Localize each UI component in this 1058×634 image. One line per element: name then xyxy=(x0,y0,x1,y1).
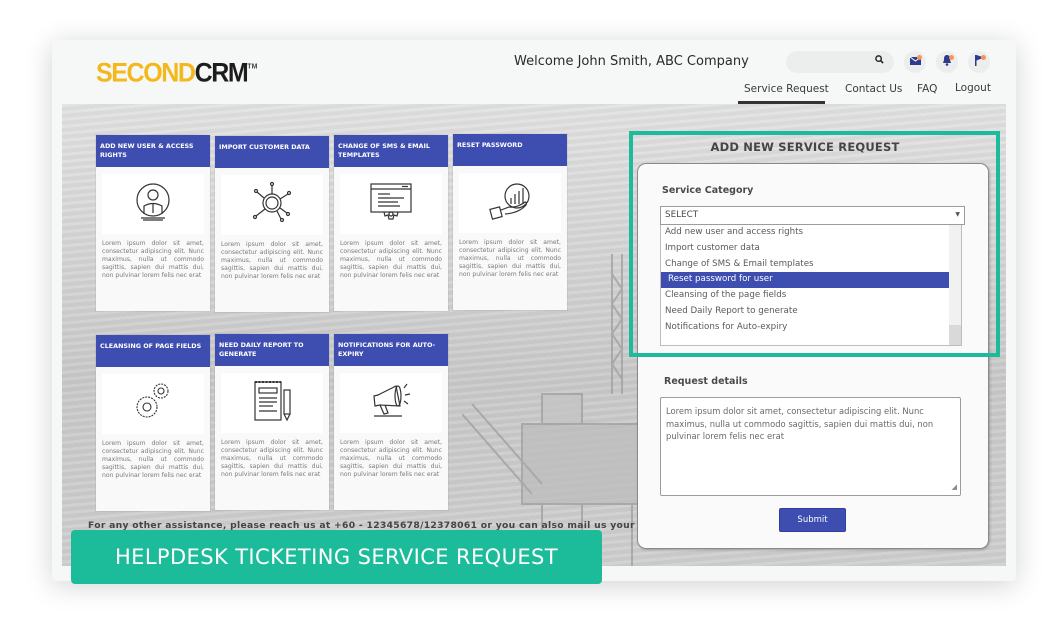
tile-title: NOTIFICATIONS FOR AUTO-EXPIRY xyxy=(334,334,448,366)
service-tile-daily-report[interactable]: NEED DAILY REPORT TO GENERATE Lorem ipsu… xyxy=(215,334,329,510)
user-icon xyxy=(131,180,175,228)
tile-title: ADD NEW USER & ACCESS RIGHTS xyxy=(96,135,210,167)
tile-description: Lorem ipsum dolor sit amet, consectetur … xyxy=(340,439,442,479)
browser-settings-icon xyxy=(368,181,414,227)
notification-dot xyxy=(949,55,954,60)
service-tile-cleansing-fields[interactable]: CLEANSING OF PAGE FIELDS Lorem ipsum dol… xyxy=(96,335,210,511)
tile-title: RESET PASSWORD xyxy=(453,134,567,166)
search-input[interactable] xyxy=(786,51,894,73)
request-details-label: Request details xyxy=(664,376,748,387)
mail-button[interactable] xyxy=(904,51,926,73)
tile-description: Lorem ipsum dolor sit amet, consectetur … xyxy=(221,241,323,281)
tile-description: Lorem ipsum dolor sit amet, consectetur … xyxy=(459,239,561,279)
service-tile-reset-password[interactable]: RESET PASSWORD Lorem ipsum dolor sit ame… xyxy=(453,134,567,310)
network-hub-icon xyxy=(249,180,295,230)
tile-description: Lorem ipsum dolor sit amet, consectetur … xyxy=(102,440,204,480)
resize-handle-icon[interactable]: ◢ xyxy=(952,481,957,494)
notification-dot xyxy=(981,55,986,60)
tile-title: NEED DAILY REPORT TO GENERATE xyxy=(215,334,329,366)
search-icon[interactable] xyxy=(875,55,884,67)
textarea-value: Lorem ipsum dolor sit amet, consectetur … xyxy=(666,406,934,441)
service-tile-sms-email-templates[interactable]: CHANGE OF SMS & EMAIL TEMPLATES Lorem ip… xyxy=(334,135,448,311)
tile-description: Lorem ipsum dolor sit amet, consectetur … xyxy=(340,240,442,280)
flag-button[interactable] xyxy=(968,51,990,73)
service-tile-add-user[interactable]: ADD NEW USER & ACCESS RIGHTS Lorem ipsum… xyxy=(96,135,210,311)
nav-logout[interactable]: Logout xyxy=(955,82,991,94)
caption-banner: HELPDESK TICKETING SERVICE REQUEST xyxy=(71,530,602,584)
hand-chart-icon xyxy=(487,180,533,226)
gears-icon xyxy=(130,379,176,429)
tile-description: Lorem ipsum dolor sit amet, consectetur … xyxy=(221,439,323,479)
highlight-box xyxy=(629,131,1000,357)
request-details-textarea[interactable]: Lorem ipsum dolor sit amet, consectetur … xyxy=(660,397,961,496)
tile-title: CHANGE OF SMS & EMAIL TEMPLATES xyxy=(334,135,448,167)
notepad-pencil-icon xyxy=(249,378,295,428)
service-tile-import-data[interactable]: IMPORT CUSTOMER DATA Lorem ipsum dolor s… xyxy=(215,136,329,312)
notification-dot xyxy=(917,55,922,60)
welcome-text: Welcome John Smith, ABC Company xyxy=(514,54,749,69)
submit-button[interactable]: Submit xyxy=(779,508,846,532)
app-window: SECONDCRMTM Welcome John Smith, ABC Comp… xyxy=(52,40,1016,581)
nav-faq[interactable]: FAQ xyxy=(917,83,937,95)
notifications-button[interactable] xyxy=(936,51,958,73)
tile-description: Lorem ipsum dolor sit amet, consectetur … xyxy=(102,240,204,280)
logo[interactable]: SECONDCRMTM xyxy=(96,58,257,89)
tile-title: IMPORT CUSTOMER DATA xyxy=(215,136,329,168)
nav-service-request[interactable]: Service Request xyxy=(744,83,829,95)
nav-contact-us[interactable]: Contact Us xyxy=(845,83,902,95)
tile-title: CLEANSING OF PAGE FIELDS xyxy=(96,335,210,367)
service-tile-auto-expiry[interactable]: NOTIFICATIONS FOR AUTO-EXPIRY Lorem ipsu… xyxy=(334,334,448,510)
megaphone-icon xyxy=(368,380,414,426)
